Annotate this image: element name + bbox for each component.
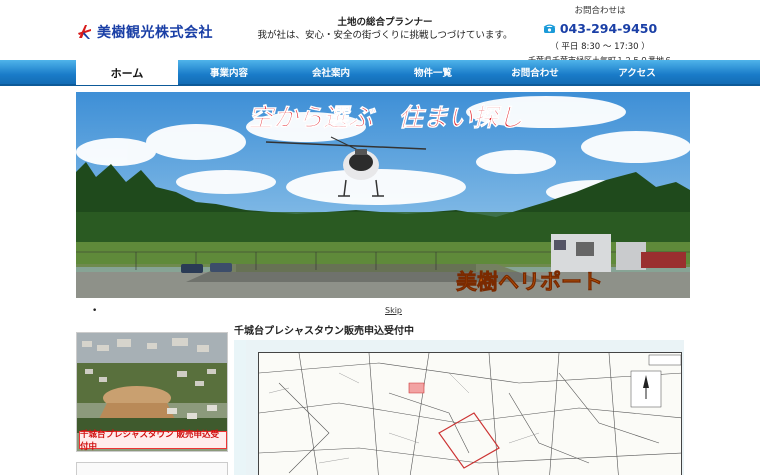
phone-row[interactable]: 043-294-9450 [520,19,680,38]
sidebar-thumbnails: 千城台プレシャスタウン 販売申込受付中 [76,332,228,475]
content-title: 千城台プレシャスタウン販売申込受付中 [234,326,414,337]
nav-item-home[interactable]: ホーム [76,60,178,85]
hero-banner: 空から選ぶ 住まい探し 美樹ヘリポート [76,92,690,298]
nav-item-contact[interactable]: お問合わせ [484,60,586,84]
slide-bullet: • [92,306,98,316]
site-map[interactable] [258,352,682,475]
company-name: 美樹観光株式会社 [97,25,213,41]
hero-caption: 美樹ヘリポート [456,270,603,294]
tagline: 土地の総合プランナー 我が社は、安心・安全の街づくりに挑戦しつづけています。 [255,16,515,42]
nav-item-properties[interactable]: 物件一覧 [382,60,484,84]
map-drawing [259,353,681,475]
nav-items: ホーム 事業内容 会社案内 物件一覧 お問合わせ アクセス [76,60,688,85]
main-nav: ホーム 事業内容 会社案内 物件一覧 お問合わせ アクセス [0,60,760,86]
hero-headline: 空から選ぶ 住まい探し [248,103,523,132]
nav-item-business[interactable]: 事業内容 [178,60,280,84]
map-panel [234,340,684,475]
property-thumbnail[interactable]: 千城台プレシャスタウン 販売申込受付中 [76,332,228,452]
nav-label: アクセス [618,68,656,79]
tagline-title: 土地の総合プランナー [337,17,433,28]
site-header: 美樹観光株式会社 土地の総合プランナー 我が社は、安心・安全の街づくりに挑戦しつ… [0,0,760,65]
phone-icon [543,19,556,38]
thumbnail-banner: 千城台プレシャスタウン 販売申込受付中 [79,430,227,451]
second-thumbnail[interactable] [76,462,228,475]
nav-label: 会社案内 [311,68,350,79]
company-logo[interactable]: 美樹観光株式会社 [76,22,213,42]
company-logo-icon [76,23,94,41]
nav-item-access[interactable]: アクセス [586,60,688,84]
nav-item-company[interactable]: 会社案内 [280,60,382,84]
skip-link[interactable]: Skip [385,306,402,315]
nav-label: 物件一覧 [413,68,452,79]
nav-label: お問合わせ [511,68,559,79]
contact-title: お問合わせは [574,6,626,16]
contact-info: お問合わせは 043-294-9450 （ 平日 8:30 ～ 17:30 ） … [520,4,680,66]
hero-image: 空から選ぶ 住まい探し 美樹ヘリポート [76,92,690,298]
nav-label: 事業内容 [209,68,248,79]
nav-label: ホーム [110,66,144,80]
phone-number[interactable]: 043-294-9450 [560,21,657,36]
business-hours: （ 平日 8:30 ～ 17:30 ） [550,42,650,52]
main-content: 千城台プレシャスタウン販売申込受付中 [234,322,690,475]
tagline-text: 我が社は、安心・安全の街づくりに挑戦しつづけています。 [257,30,513,41]
